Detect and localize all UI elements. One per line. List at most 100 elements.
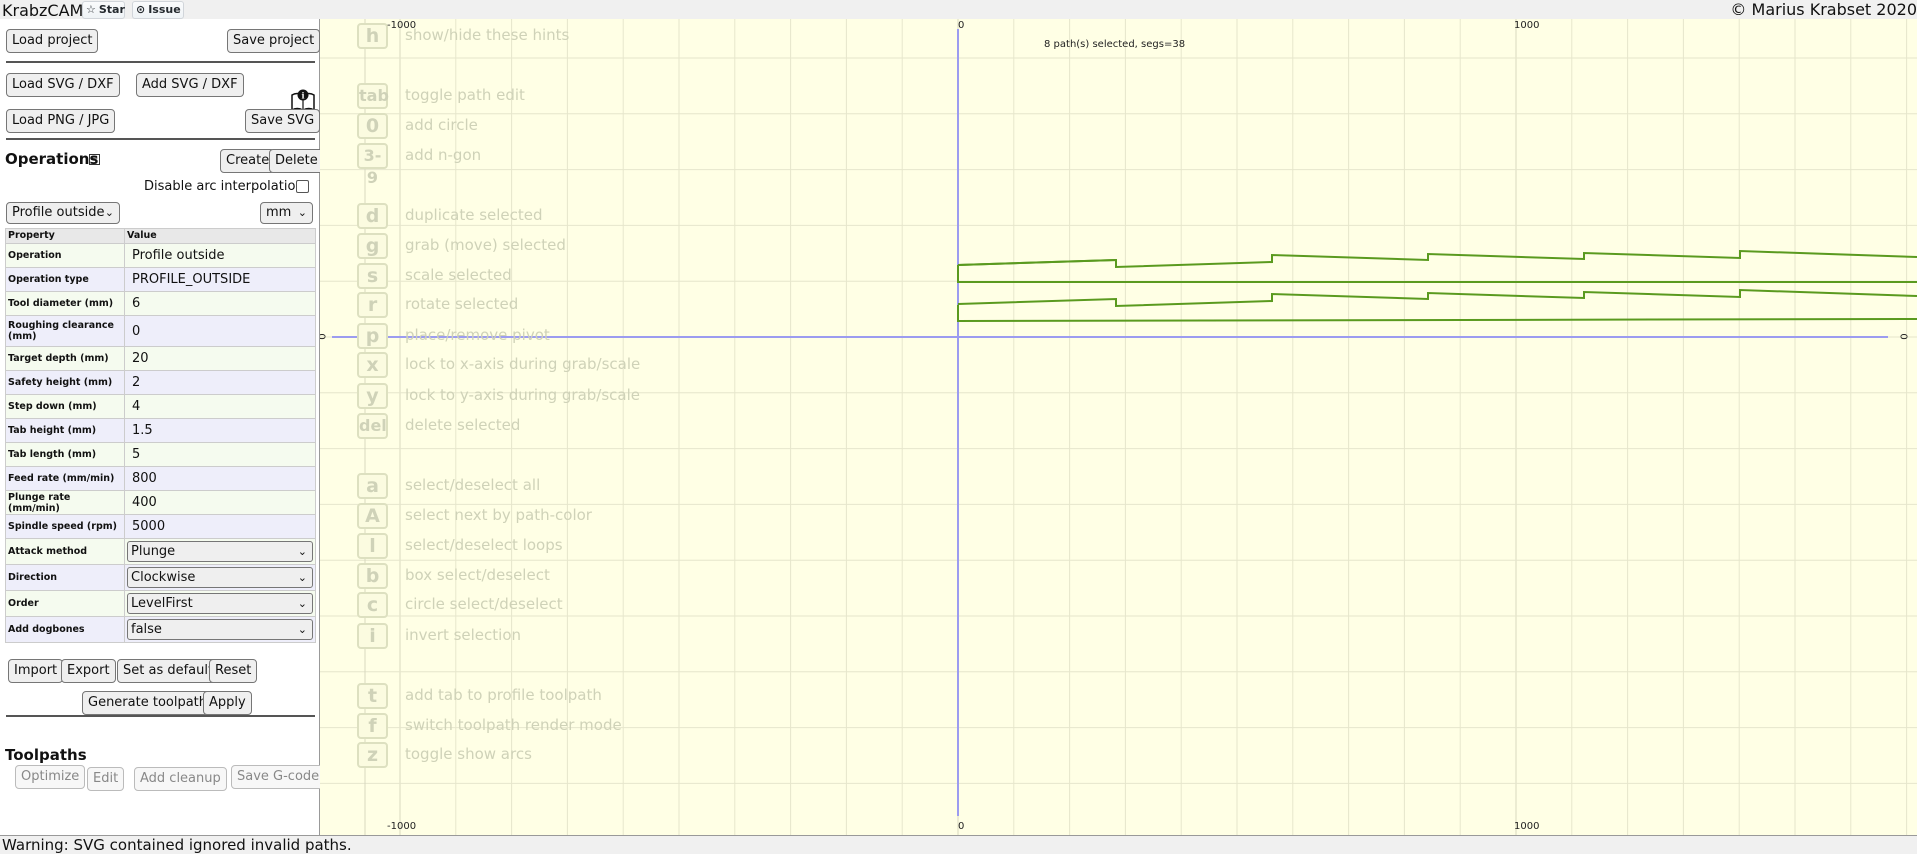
load-svg-button[interactable]: Load SVG / DXF — [6, 73, 120, 97]
add-svg-button[interactable]: Add SVG / DXF — [136, 73, 244, 97]
direction-select[interactable]: Clockwise ⌄ — [127, 567, 313, 588]
svg-text:i: i — [301, 90, 304, 100]
github-star-button[interactable]: ☆ Star — [82, 1, 125, 19]
hint-key: A — [357, 503, 388, 529]
save-svg-button[interactable]: Save SVG — [245, 109, 321, 133]
table-row: Target depth (mm) 20 — [5, 346, 316, 371]
property-column-header: Property — [5, 228, 125, 244]
status-bar: Warning: SVG contained ignored invalid p… — [0, 835, 1917, 854]
arc-interpolation-label: Disable arc interpolation — [144, 179, 304, 194]
axis-tick-label: 0 — [958, 20, 965, 31]
divider — [6, 61, 315, 63]
table-row: Tool diameter (mm) 6 — [5, 291, 316, 316]
selected-path[interactable] — [957, 305, 1917, 323]
property-name: Operation type — [5, 267, 125, 292]
property-value-input[interactable]: 0 — [124, 315, 316, 347]
hint-description: rotate selected — [405, 295, 519, 313]
table-row: Add dogbones false ⌄ — [5, 616, 316, 643]
dogbones-value: false — [131, 622, 162, 637]
hint-description: duplicate selected — [405, 206, 543, 224]
drawing-canvas[interactable]: -1000 0 1000 -1000 0 1000 0 0 8 path(s) … — [320, 19, 1917, 835]
apply-button[interactable]: Apply — [203, 691, 252, 715]
add-cleanup-button[interactable]: Add cleanup — [134, 767, 227, 791]
hint-description: lock to y-axis during grab/scale — [405, 386, 640, 404]
hint-description: grab (move) selected — [405, 236, 566, 254]
property-value-input[interactable]: 400 — [124, 490, 316, 515]
status-message: Warning: SVG contained ignored invalid p… — [2, 836, 352, 854]
save-project-button[interactable]: Save project — [227, 29, 321, 53]
hint-key: tab — [357, 83, 389, 109]
dogbones-select[interactable]: false ⌄ — [127, 619, 313, 640]
chevron-down-icon: ⌄ — [297, 623, 307, 636]
property-value-input[interactable]: 20 — [124, 346, 316, 371]
generate-toolpath-button[interactable]: Generate toolpath — [82, 691, 214, 715]
direction-value: Clockwise — [131, 570, 196, 585]
selected-path[interactable] — [957, 249, 1917, 269]
hint-description: box select/deselect — [405, 566, 550, 584]
unit-select[interactable]: mm ⌄ — [260, 202, 313, 224]
set-default-button[interactable]: Set as default — [117, 659, 220, 683]
hint-key: d — [357, 203, 388, 229]
delete-operation-button[interactable]: Delete — [269, 149, 324, 173]
property-name: Operation — [5, 243, 125, 268]
hint-key: x — [357, 352, 388, 378]
property-value-input[interactable]: 5000 — [124, 514, 316, 539]
table-row: Feed rate (mm/min) 800 — [5, 466, 316, 491]
create-operation-button[interactable]: Create — [220, 149, 276, 173]
reset-button[interactable]: Reset — [209, 659, 258, 683]
properties-table: Property Value Operation Profile outside… — [5, 228, 316, 643]
property-value-input[interactable]: 4 — [124, 394, 316, 419]
property-name: Add dogbones — [5, 616, 125, 643]
order-select[interactable]: LevelFirst ⌄ — [127, 593, 313, 614]
property-value-input[interactable]: Profile outside — [124, 243, 316, 268]
hint-key: z — [357, 742, 388, 768]
app-title: KrabzCAM — [2, 1, 84, 20]
property-name: Tab length (mm) — [5, 442, 125, 467]
github-star-label: Star — [98, 3, 125, 16]
order-value: LevelFirst — [131, 596, 193, 611]
property-value-input[interactable]: 1.5 — [124, 418, 316, 443]
export-button[interactable]: Export — [61, 659, 116, 683]
hint-key: 3-9 — [357, 143, 388, 187]
toolpaths-title: Toolpaths — [5, 746, 87, 764]
collapse-icon[interactable]: − — [89, 154, 100, 165]
hint-description: add n-gon — [405, 146, 482, 164]
attack-method-select[interactable]: Plunge ⌄ — [127, 541, 313, 562]
hint-key: y — [357, 383, 388, 409]
attack-method-value: Plunge — [131, 544, 176, 559]
operation-select[interactable]: Profile outside ⌄ — [6, 202, 120, 224]
hint-key: r — [357, 292, 388, 318]
selected-path[interactable] — [957, 265, 1917, 283]
optimize-button[interactable]: Optimize — [15, 765, 86, 789]
operation-select-value: Profile outside — [12, 205, 105, 220]
axis-tick-label: 0 — [1899, 333, 1911, 340]
chevron-down-icon: ⌄ — [297, 206, 307, 219]
edit-toolpath-button[interactable]: Edit — [87, 767, 125, 791]
property-value-input[interactable]: 5 — [124, 442, 316, 467]
load-project-button[interactable]: Load project — [6, 29, 99, 53]
table-row: Tab height (mm) 1.5 — [5, 418, 316, 443]
save-gcode-button[interactable]: Save G-code — [231, 765, 326, 789]
property-name: Target depth (mm) — [5, 346, 125, 371]
property-name: Attack method — [5, 538, 125, 565]
hint-key: g — [357, 233, 388, 259]
arc-interpolation-checkbox[interactable] — [296, 180, 309, 193]
property-name: Plunge rate (mm/min) — [5, 490, 125, 515]
hint-description: circle select/deselect — [405, 595, 563, 613]
github-issue-button[interactable]: ⊙ Issue — [132, 1, 184, 19]
property-value-input[interactable]: 6 — [124, 291, 316, 316]
star-icon: ☆ — [86, 3, 96, 16]
selected-path[interactable] — [957, 259, 1117, 266]
chevron-down-icon: ⌄ — [297, 571, 307, 584]
property-name: Tool diameter (mm) — [5, 291, 125, 316]
selected-path[interactable] — [957, 288, 1917, 308]
property-value-input[interactable]: 2 — [124, 370, 316, 395]
property-name: Tab height (mm) — [5, 418, 125, 443]
load-png-button[interactable]: Load PNG / JPG — [6, 109, 116, 133]
property-name: Spindle speed (rpm) — [5, 514, 125, 539]
import-button[interactable]: Import — [8, 659, 64, 683]
property-value-input[interactable]: 800 — [124, 466, 316, 491]
hint-key: c — [357, 592, 388, 618]
top-bar: KrabzCAM ☆ Star ⊙ Issue © Marius Krabset… — [0, 0, 1917, 20]
axis-tick-label: -1000 — [387, 821, 417, 832]
